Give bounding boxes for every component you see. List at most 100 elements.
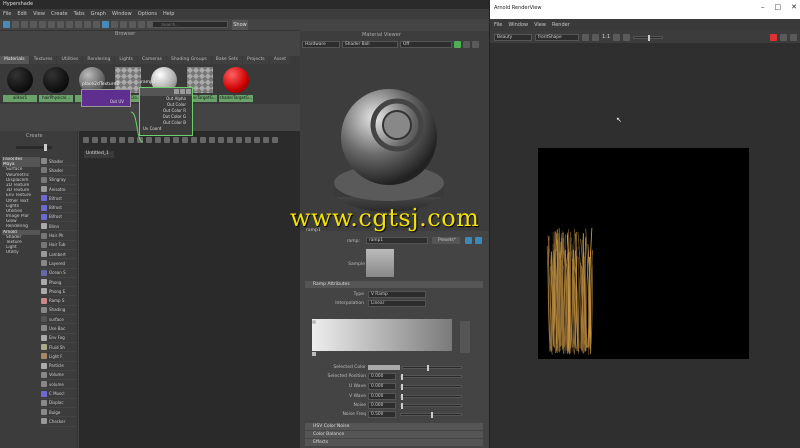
node-item[interactable]: Lambert <box>41 250 77 260</box>
slider-knob[interactable] <box>401 384 403 390</box>
toolbar-icon[interactable] <box>66 21 73 28</box>
section-color-balance[interactable]: Color Balance <box>305 431 483 438</box>
close-icon[interactable]: ✕ <box>791 3 797 11</box>
node-item[interactable]: Use Bac <box>41 324 77 334</box>
section-hsv-color-noise[interactable]: HSV Color Noise <box>305 423 483 430</box>
graph-tool-icon[interactable] <box>263 137 269 143</box>
noise-slider[interactable] <box>400 403 462 409</box>
node-icon[interactable] <box>180 89 185 94</box>
toolbar-icon[interactable] <box>21 21 28 28</box>
node-item[interactable]: C Muscl <box>41 389 77 399</box>
node-item[interactable]: Ocean S <box>41 269 77 278</box>
slider-knob[interactable] <box>401 374 403 380</box>
menu-window[interactable]: Window <box>112 11 132 17</box>
node-item[interactable]: Phong <box>41 278 77 288</box>
focus-icon[interactable] <box>465 237 472 244</box>
graph-tool-icon[interactable] <box>173 137 179 143</box>
graph-tool-icon[interactable] <box>218 137 224 143</box>
node-item[interactable]: Layered <box>41 259 77 269</box>
graph-tool-icon[interactable] <box>236 137 242 143</box>
node-item[interactable]: Bifrost <box>41 203 77 213</box>
graph-tool-icon[interactable] <box>155 137 161 143</box>
shape-dropdown[interactable]: Shader Ball <box>342 40 398 48</box>
menu-create[interactable]: Create <box>51 11 68 17</box>
v-wave-slider[interactable] <box>400 394 462 400</box>
selected-position-slider[interactable] <box>400 374 462 380</box>
camera-dropdown[interactable]: frontShape <box>535 33 579 41</box>
toolbar-icon[interactable] <box>120 21 127 28</box>
section-ramp-attributes[interactable]: Ramp Attributes <box>305 281 483 288</box>
section-effects[interactable]: Effects <box>305 439 483 446</box>
presets-button[interactable]: Presets* <box>432 237 460 244</box>
fit-icon[interactable] <box>613 33 621 41</box>
toolbar-icon[interactable] <box>84 21 91 28</box>
graph-tool-icon[interactable] <box>200 137 206 143</box>
tab-cameras[interactable]: Cameras <box>137 56 166 64</box>
graph-tool-icon[interactable] <box>182 137 188 143</box>
place2d-out-uv[interactable]: Out UV <box>82 99 130 105</box>
graph-canvas[interactable] <box>79 159 300 448</box>
type-dropdown[interactable]: V Ramp <box>368 291 426 298</box>
swatch-item[interactable]: hairPhysical... <box>39 65 73 103</box>
noise-freq-field[interactable]: 0.500 <box>368 411 396 418</box>
toolbar-icon[interactable] <box>93 21 100 28</box>
graph-tab-untitled[interactable]: Untitled_1 <box>84 151 114 158</box>
node-item[interactable]: Checker <box>41 417 77 427</box>
aov-dropdown[interactable]: Beauty <box>494 33 532 41</box>
graph-tool-icon[interactable] <box>191 137 197 143</box>
ramp-handle-bottom[interactable] <box>312 352 316 356</box>
arnold-menu-file[interactable]: File <box>494 22 502 28</box>
graph-tool-icon[interactable] <box>146 137 152 143</box>
ramp-uv-coord[interactable]: Uv Coord <box>140 126 192 132</box>
graph-tool-icon[interactable] <box>101 137 107 143</box>
node-item[interactable]: Particle <box>41 362 77 371</box>
noise-freq-slider[interactable] <box>400 412 462 418</box>
env-dropdown[interactable]: Off <box>400 40 452 48</box>
gear-icon[interactable] <box>472 40 479 48</box>
tab-textures[interactable]: Textures <box>29 56 57 64</box>
graph-tool-icon[interactable] <box>164 137 170 143</box>
renderer-dropdown[interactable]: Hardware <box>302 40 340 48</box>
slider-knob[interactable] <box>648 34 651 41</box>
category-item[interactable]: Utility <box>2 250 40 255</box>
ratio-label[interactable]: 1:1 <box>602 34 610 40</box>
toolbar-icon[interactable] <box>3 21 10 28</box>
toolbar-icon[interactable] <box>138 21 145 28</box>
arnold-menu-window[interactable]: Window <box>508 22 528 28</box>
menu-tabs[interactable]: Tabs <box>74 11 85 17</box>
ramp-node[interactable]: Out Alpha Out Color Out Color R Out Colo… <box>139 87 193 136</box>
place2d-node[interactable]: Out UV <box>81 89 131 107</box>
selected-color-swatch[interactable] <box>368 365 400 370</box>
node-item[interactable]: Anisotro <box>41 185 77 195</box>
toolbar-icon[interactable] <box>75 21 82 28</box>
toolbar-icon[interactable] <box>12 21 19 28</box>
node-item[interactable]: Light F <box>41 352 77 362</box>
graph-tool-icon[interactable] <box>245 137 251 143</box>
render-icon[interactable] <box>582 33 589 41</box>
node-item[interactable]: Displac <box>41 399 77 409</box>
slider-knob[interactable] <box>431 412 433 418</box>
u-wave-field[interactable]: 0.000 <box>368 383 396 390</box>
toolbar-icon[interactable] <box>30 21 37 28</box>
node-item[interactable]: volume <box>41 380 77 390</box>
menu-view[interactable]: View <box>33 11 45 17</box>
zoom-slider[interactable] <box>16 144 52 151</box>
maximize-icon[interactable]: □ <box>775 3 782 11</box>
stop-icon[interactable] <box>770 33 777 41</box>
node-icon[interactable] <box>174 89 179 94</box>
node-item[interactable]: Stingray <box>41 176 77 185</box>
graph-tool-icon[interactable] <box>83 137 89 143</box>
arnold-menu-render[interactable]: Render <box>552 22 570 28</box>
u-wave-slider[interactable] <box>400 384 462 390</box>
node-item[interactable]: Hair Ph <box>41 231 77 241</box>
refresh-icon[interactable] <box>592 33 599 41</box>
node-item[interactable]: Phong E <box>41 287 77 297</box>
ramp-gradient[interactable] <box>312 319 452 351</box>
toolbar-icon[interactable] <box>129 21 136 28</box>
tab-materials[interactable]: Materials <box>0 56 29 64</box>
ramp-handle-top[interactable] <box>312 320 316 324</box>
zoom-slider-knob[interactable] <box>44 144 47 151</box>
toolbar-icon[interactable] <box>111 21 118 28</box>
graph-tool-icon[interactable] <box>254 137 260 143</box>
graph-tool-icon[interactable] <box>119 137 125 143</box>
